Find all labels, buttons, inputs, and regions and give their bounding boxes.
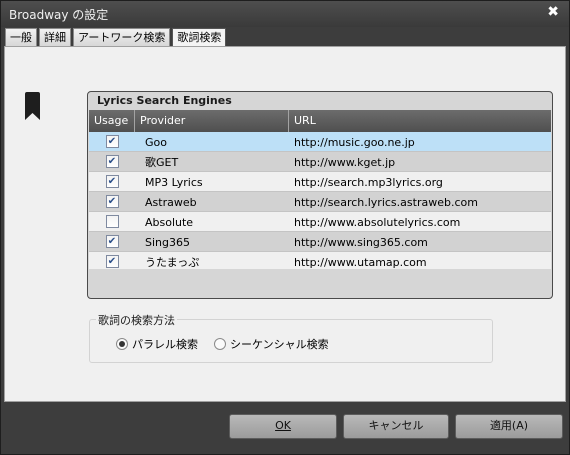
table-header: Usage Provider URL (89, 110, 551, 132)
table-row[interactable]: ✔ 歌GET http://www.kget.jp (89, 152, 551, 172)
search-method-title: 歌詞の検索方法 (96, 312, 177, 328)
usage-cell: ✔ (89, 132, 135, 151)
usage-checkbox[interactable]: ✔ (105, 235, 119, 248)
url-cell: http://www.kget.jp (294, 156, 396, 169)
column-header-provider[interactable]: Provider (135, 110, 289, 132)
search-method-group: 歌詞の検索方法 パラレル検索 シーケンシャル検索 (89, 312, 493, 363)
usage-cell (89, 212, 135, 231)
column-header-usage[interactable]: Usage (89, 110, 135, 132)
radio-label: シーケンシャル検索 (230, 338, 329, 351)
provider-cell: 歌GET (145, 156, 179, 169)
url-cell: http://search.lyrics.astraweb.com (294, 196, 478, 209)
tab-general[interactable]: 一般 (5, 28, 37, 46)
radio-dot-icon (214, 338, 226, 350)
usage-checkbox[interactable]: ✔ (105, 155, 119, 168)
apply-button[interactable]: 適用(A) (455, 414, 563, 439)
usage-cell: ✔ (89, 172, 135, 191)
tab-content-panel: Lyrics Search Engines Usage Provider URL… (4, 46, 566, 402)
provider-cell: Astraweb (145, 196, 197, 209)
table-row[interactable]: ✔ MP3 Lyrics http://search.mp3lyrics.org (89, 172, 551, 192)
provider-cell: MP3 Lyrics (145, 176, 203, 189)
tab-strip: 一般 詳細 アートワーク検索 歌詞検索 (5, 28, 228, 47)
cancel-button[interactable]: キャンセル (343, 414, 449, 439)
radio-sequential-search[interactable]: シーケンシャル検索 (214, 336, 329, 352)
usage-checkbox[interactable]: ✔ (105, 135, 119, 148)
usage-cell: ✔ (89, 232, 135, 251)
group-title: Lyrics Search Engines (97, 94, 232, 107)
radio-label: パラレル検索 (132, 338, 198, 351)
usage-checkbox[interactable]: ✔ (105, 255, 119, 268)
provider-cell: Absolute (145, 216, 194, 229)
usage-checkbox[interactable]: ✔ (105, 195, 119, 208)
settings-window: Broadway の設定 ✖ 一般 詳細 アートワーク検索 歌詞検索 Lyric… (0, 0, 570, 455)
radio-dot-icon (116, 338, 128, 350)
tab-lyrics-search[interactable]: 歌詞検索 (172, 28, 227, 47)
usage-checkbox[interactable]: ✔ (105, 175, 119, 188)
usage-checkbox[interactable] (105, 215, 119, 228)
url-cell: http://music.goo.ne.jp (294, 136, 415, 149)
ok-button[interactable]: OK (229, 414, 337, 439)
url-cell: http://www.utamap.com (294, 256, 427, 269)
provider-cell: うたまっぷ (145, 256, 200, 269)
tab-advanced[interactable]: 詳細 (39, 28, 71, 46)
table-row[interactable]: ✔ Goo http://music.goo.ne.jp (89, 132, 551, 152)
url-cell: http://www.sing365.com (294, 236, 428, 249)
radio-parallel-search[interactable]: パラレル検索 (116, 336, 198, 352)
url-cell: http://search.mp3lyrics.org (294, 176, 443, 189)
provider-cell: Sing365 (145, 236, 190, 249)
title-bar[interactable]: Broadway の設定 ✖ (1, 1, 569, 27)
bookmark-icon (25, 92, 40, 120)
usage-cell: ✔ (89, 152, 135, 171)
table-row[interactable]: ✔ Astraweb http://search.lyrics.astraweb.c… (89, 192, 551, 212)
table-row[interactable]: ✔ うたまっぷ http://www.utamap.com (89, 252, 551, 269)
lyrics-search-engines-group: Lyrics Search Engines Usage Provider URL… (87, 91, 553, 299)
column-header-url[interactable]: URL (289, 110, 551, 132)
engines-table[interactable]: Usage Provider URL ✔ Goo http://music.goo.… (89, 110, 551, 269)
dialog-footer: OK キャンセル 適用(A) (1, 403, 569, 454)
close-icon[interactable]: ✖ (547, 4, 559, 20)
table-body: ✔ Goo http://music.goo.ne.jp ✔ 歌GET http://ww… (89, 132, 551, 269)
tab-artwork-search[interactable]: アートワーク検索 (73, 28, 171, 46)
usage-cell: ✔ (89, 252, 135, 269)
provider-cell: Goo (145, 136, 167, 149)
ok-button-label: OK (275, 419, 291, 432)
table-row[interactable]: Absolute http://www.absolutelyrics.com (89, 212, 551, 232)
window-title: Broadway の設定 (9, 8, 109, 22)
usage-cell: ✔ (89, 192, 135, 211)
table-row[interactable]: ✔ Sing365 http://www.sing365.com (89, 232, 551, 252)
url-cell: http://www.absolutelyrics.com (294, 216, 461, 229)
